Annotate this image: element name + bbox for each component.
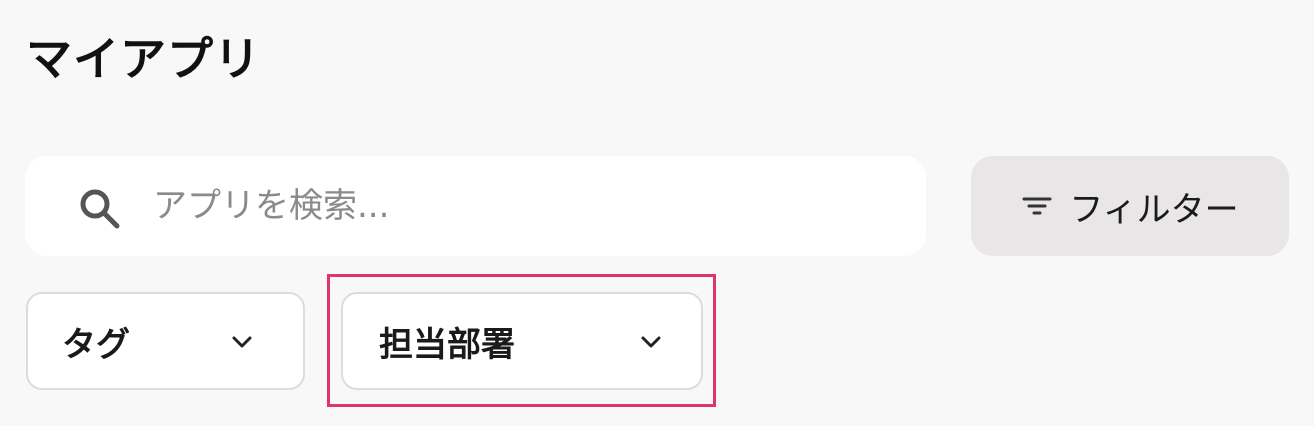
- filter-button[interactable]: フィルター: [971, 156, 1289, 256]
- tag-dropdown-label: タグ: [62, 324, 130, 365]
- search-icon: [80, 189, 120, 229]
- page-title: マイアプリ: [26, 32, 261, 86]
- department-dropdown-label: 担当部署: [379, 324, 515, 365]
- chevron-down-icon: [641, 336, 661, 348]
- chevron-down-icon: [232, 336, 252, 348]
- search-box[interactable]: [25, 156, 926, 256]
- department-dropdown[interactable]: 担当部署: [341, 292, 703, 390]
- search-input[interactable]: [153, 176, 893, 236]
- filter-button-label: フィルター: [1069, 189, 1239, 230]
- filter-icon: [1022, 197, 1052, 215]
- tag-dropdown[interactable]: タグ: [26, 292, 305, 390]
